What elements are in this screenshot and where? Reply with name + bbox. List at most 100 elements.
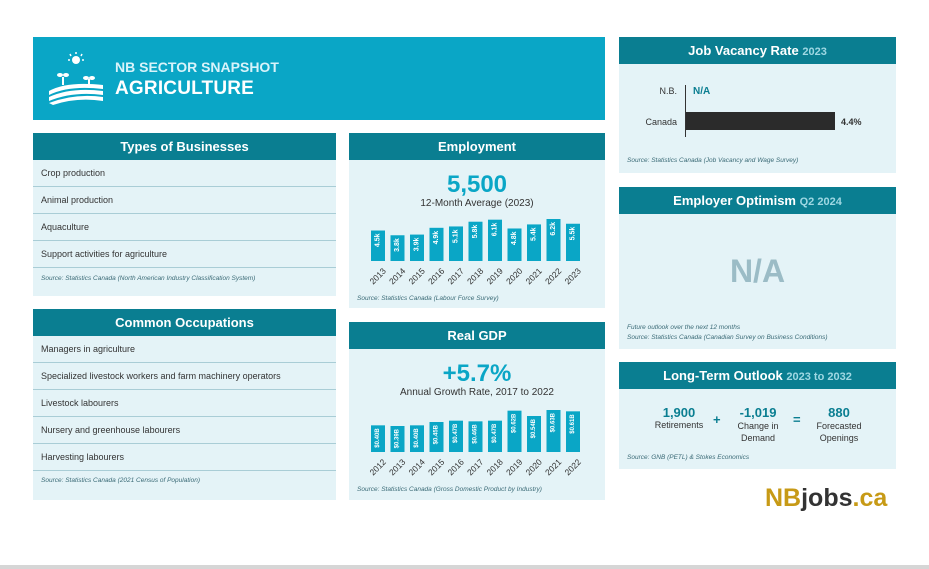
employment-source: Source: Statistics Canada (Labour Force … bbox=[357, 295, 499, 302]
types-source: Source: Statistics Canada (North America… bbox=[41, 275, 256, 282]
long-term-outlook-panel: Long-Term Outlook 2023 to 2032 1,900 Ret… bbox=[619, 362, 896, 469]
bar-data-label: $0.39B bbox=[395, 428, 401, 448]
logo-part-jobs: jobs bbox=[801, 484, 853, 512]
outlook-title: Long-Term Outlook bbox=[663, 368, 783, 383]
types-title: Types of Businesses bbox=[33, 133, 336, 160]
bar-data-label: $0.47B bbox=[453, 423, 459, 443]
employment-value: 5,500 bbox=[446, 171, 508, 198]
x-tick-label: 2021 bbox=[543, 457, 564, 478]
bar-data-label: 4.8k bbox=[511, 231, 518, 245]
x-tick-label: 2022 bbox=[562, 457, 583, 478]
bar-data-label: $0.61B bbox=[570, 414, 576, 434]
real-gdp-panel: Real GDP +5.7% Annual Growth Rate, 2017 … bbox=[349, 322, 605, 500]
outlook-source: Source: GNB (PETL) & Stokes Economics bbox=[627, 454, 750, 461]
footer-divider bbox=[0, 565, 929, 569]
hero-title: AGRICULTURE bbox=[115, 78, 255, 99]
occupations-source: Source: Statistics Canada (2021 Census o… bbox=[41, 477, 200, 484]
x-tick-label: 2018 bbox=[484, 457, 505, 478]
outlook-plus: + bbox=[713, 412, 721, 427]
optimism-period: Q2 2024 bbox=[799, 196, 842, 208]
bar-data-label: 5.4k bbox=[531, 227, 538, 241]
x-tick-label: 2015 bbox=[426, 457, 447, 478]
bar-data-label: 4.9k bbox=[433, 231, 440, 245]
x-tick-label: 2017 bbox=[465, 457, 486, 478]
bar-data-label: 4.5k bbox=[375, 233, 382, 247]
vacancy-header: Job Vacancy Rate 2023 bbox=[619, 37, 896, 64]
bar-data-label: 3.9k bbox=[414, 237, 421, 251]
list-item: Animal production bbox=[33, 187, 336, 214]
employment-chart: 4.5k 2013 3.8k 2014 3.9k 2015 4.9k 2016 5.1k 2017… bbox=[367, 219, 583, 287]
outlook-openings: 880 Forecasted Openings bbox=[804, 405, 874, 444]
bar-data-label: $0.47B bbox=[492, 423, 498, 443]
x-tick-label: 2020 bbox=[504, 266, 525, 287]
types-of-businesses-panel: Types of Businesses Crop production Anim… bbox=[33, 133, 336, 296]
list-item: Livestock labourers bbox=[33, 390, 336, 417]
list-item: Harvesting labourers bbox=[33, 444, 336, 471]
x-tick-label: 2017 bbox=[445, 266, 466, 287]
list-item: Specialized livestock workers and farm m… bbox=[33, 363, 336, 390]
bar-data-label: $0.46B bbox=[473, 424, 479, 444]
x-tick-label: 2013 bbox=[387, 457, 408, 478]
outlook-demand: -1,019 Change in Demand bbox=[723, 405, 793, 444]
x-tick-label: 2014 bbox=[387, 266, 408, 287]
occupations-title: Common Occupations bbox=[33, 309, 336, 336]
bar-data-label: 6.2k bbox=[550, 222, 557, 236]
nbjobs-logo[interactable]: NBjobs.ca bbox=[765, 484, 887, 513]
gdp-value: +5.7% bbox=[442, 360, 512, 387]
bar-data-label: $0.54B bbox=[531, 418, 537, 438]
optimism-value: N/A bbox=[729, 253, 786, 289]
outlook-demand-label-1: Change in bbox=[737, 421, 779, 431]
outlook-retirements-label: Retirements bbox=[654, 420, 704, 430]
hero-kicker: NB SECTOR SNAPSHOT bbox=[115, 59, 279, 75]
list-item: Support activities for agriculture bbox=[33, 241, 336, 268]
x-tick-label: 2016 bbox=[426, 266, 447, 287]
gdp-subtitle: Annual Growth Rate, 2017 to 2022 bbox=[400, 387, 554, 398]
common-occupations-panel: Common Occupations Managers in agricultu… bbox=[33, 309, 336, 500]
vacancy-nb-value: N/A bbox=[693, 86, 711, 97]
bar-data-label: $0.62B bbox=[512, 413, 518, 433]
x-tick-label: 2020 bbox=[523, 457, 544, 478]
bar-data-label: $0.63B bbox=[551, 412, 557, 432]
job-vacancy-panel: Job Vacancy Rate 2023 N.B. N/A Canada 4.… bbox=[619, 37, 896, 173]
gdp-source: Source: Statistics Canada (Gross Domesti… bbox=[357, 486, 542, 493]
list-item: Crop production bbox=[33, 160, 336, 187]
bar-data-label: $0.40B bbox=[375, 428, 381, 448]
x-tick-label: 2022 bbox=[543, 266, 564, 287]
vacancy-nb-label: N.B. bbox=[659, 86, 677, 96]
x-tick-label: 2015 bbox=[406, 266, 427, 287]
bar-data-label: $0.45B bbox=[434, 424, 440, 444]
list-item: Managers in agriculture bbox=[33, 336, 336, 363]
optimism-source: Source: Statistics Canada (Canadian Surv… bbox=[627, 334, 828, 341]
list-item: Aquaculture bbox=[33, 214, 336, 241]
bar-data-label: 6.1k bbox=[492, 223, 499, 237]
employment-subtitle: 12-Month Average (2023) bbox=[420, 198, 534, 209]
employment-panel: Employment 5,500 12-Month Average (2023)… bbox=[349, 133, 605, 308]
vacancy-year: 2023 bbox=[802, 46, 827, 58]
vacancy-title: Job Vacancy Rate bbox=[688, 43, 799, 58]
outlook-demand-value: -1,019 bbox=[739, 405, 777, 420]
x-tick-label: 2023 bbox=[562, 266, 583, 287]
farm-field-icon bbox=[49, 52, 103, 105]
outlook-demand-label-2: Demand bbox=[740, 433, 776, 443]
vacancy-canada-value: 4.4% bbox=[841, 117, 862, 127]
vacancy-source: Source: Statistics Canada (Job Vacancy a… bbox=[627, 157, 799, 164]
employment-title: Employment bbox=[349, 133, 605, 160]
list-item: Nursery and greenhouse labourers bbox=[33, 417, 336, 444]
optimism-title: Employer Optimism bbox=[673, 193, 796, 208]
gdp-title: Real GDP bbox=[349, 322, 605, 349]
outlook-retirements: 1,900 Retirements bbox=[644, 405, 714, 430]
employer-optimism-panel: Employer Optimism Q2 2024 N/A Future out… bbox=[619, 187, 896, 349]
outlook-equals: = bbox=[793, 412, 801, 427]
bar-data-label: 5.1k bbox=[453, 229, 460, 243]
optimism-header: Employer Optimism Q2 2024 bbox=[619, 187, 896, 214]
x-tick-label: 2021 bbox=[523, 266, 544, 287]
outlook-openings-value: 880 bbox=[828, 405, 850, 420]
x-tick-label: 2019 bbox=[484, 266, 505, 287]
x-tick-label: 2018 bbox=[465, 266, 486, 287]
x-tick-label: 2014 bbox=[406, 457, 427, 478]
vacancy-canada-bar bbox=[686, 112, 835, 130]
outlook-header: Long-Term Outlook 2023 to 2032 bbox=[619, 362, 896, 389]
optimism-note: Future outlook over the next 12 months bbox=[627, 324, 741, 331]
x-tick-label: 2019 bbox=[504, 457, 525, 478]
x-tick-label: 2012 bbox=[367, 457, 388, 478]
